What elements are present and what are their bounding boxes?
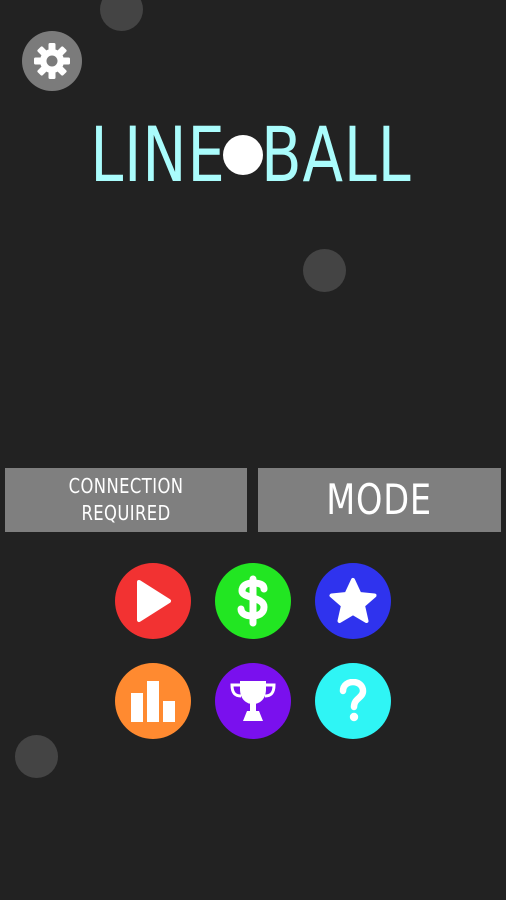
question-icon	[339, 679, 367, 722]
title-line-text: LINE	[89, 110, 226, 199]
play-icon	[137, 580, 171, 622]
connection-label-line1: CONNECTION	[68, 474, 184, 498]
star-icon	[329, 578, 377, 623]
settings-button[interactable]	[22, 31, 82, 91]
shop-button[interactable]	[215, 563, 291, 639]
bar-chart-icon	[131, 681, 175, 722]
rate-button[interactable]	[315, 563, 391, 639]
title-ball-text: BALL	[261, 110, 412, 199]
help-button[interactable]	[315, 663, 391, 739]
leaderboard-button[interactable]	[115, 663, 191, 739]
background-ball	[15, 735, 58, 778]
connection-label-line2: REQUIRED	[81, 501, 171, 525]
dollar-icon	[237, 575, 268, 627]
connection-required-button[interactable]: CONNECTION REQUIRED	[5, 468, 247, 532]
achievements-button[interactable]	[215, 663, 291, 739]
title-ball-icon	[223, 135, 264, 175]
background-ball	[100, 0, 143, 31]
game-title: LINE BALL	[0, 110, 506, 200]
mode-label: MODE	[326, 475, 433, 524]
mode-button[interactable]: MODE	[258, 468, 501, 532]
gear-icon	[34, 43, 70, 79]
background-ball	[303, 249, 346, 292]
play-button[interactable]	[115, 563, 191, 639]
connection-label: CONNECTION REQUIRED	[69, 473, 184, 527]
trophy-icon	[230, 681, 276, 721]
